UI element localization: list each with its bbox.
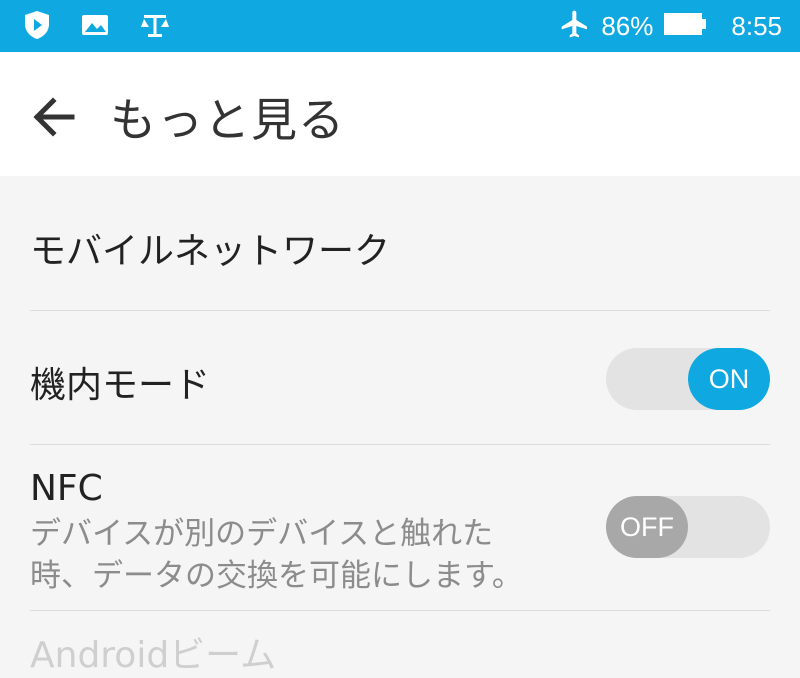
- android-beam-label: Androidビーム: [30, 635, 277, 676]
- nfc-toggle[interactable]: OFF: [606, 496, 770, 558]
- mobile-network-label: モバイルネットワーク: [30, 231, 391, 272]
- battery-percent: 86%: [601, 10, 654, 41]
- divider: [30, 444, 770, 445]
- battery-icon: [663, 11, 707, 41]
- nfc-description-line2: 時、データの交換を可能にします。: [30, 558, 523, 594]
- clock: 8:55: [731, 10, 782, 41]
- airplane-icon: [559, 8, 591, 44]
- toggle-off-knob: OFF: [606, 496, 688, 558]
- status-right-icons: 86% 8:55: [559, 8, 782, 44]
- divider: [30, 310, 770, 311]
- status-left-icons: [24, 10, 170, 44]
- app-bar: もっと見る: [0, 52, 800, 176]
- page-title: もっと見る: [110, 93, 345, 147]
- back-button[interactable]: [26, 90, 80, 144]
- toggle-on-knob: ON: [688, 348, 770, 410]
- airplane-mode-toggle[interactable]: ON: [606, 348, 770, 410]
- play-shield-icon: [24, 10, 50, 44]
- status-bar: 86% 8:55: [0, 0, 800, 52]
- scale-icon: [140, 10, 170, 44]
- android-beam-item: Androidビーム: [30, 626, 770, 678]
- divider: [30, 610, 770, 611]
- image-icon: [80, 12, 110, 42]
- arrow-back-icon: [33, 97, 75, 137]
- mobile-network-item[interactable]: モバイルネットワーク: [30, 222, 770, 274]
